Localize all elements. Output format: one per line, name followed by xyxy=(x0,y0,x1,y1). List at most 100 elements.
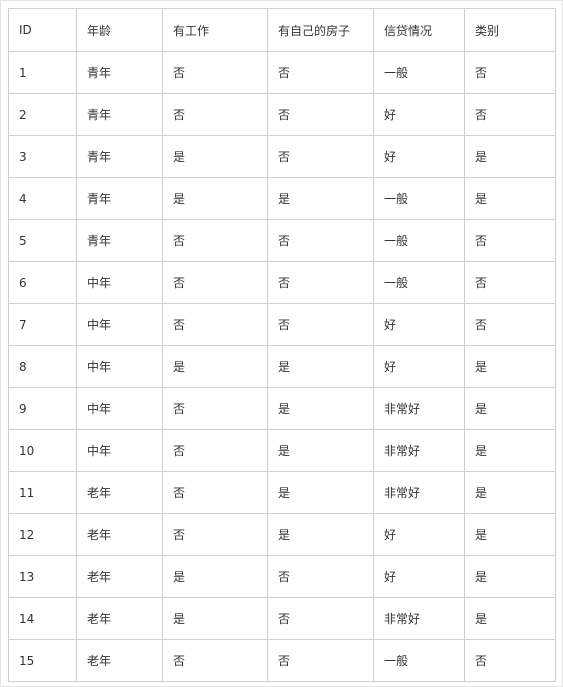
cell-credit: 一般 xyxy=(373,51,465,94)
cell-class: 是 xyxy=(464,387,556,430)
cell-has-job: 是 xyxy=(162,597,268,640)
cell-has-job: 否 xyxy=(162,639,268,682)
table-row: 15 老年否否一般否 xyxy=(8,639,556,682)
table-frame: ID 年龄 有工作 有自己的房子 信贷情况 类别 1 青年否否一般否 2 青年否否好否… xyxy=(0,0,563,687)
cell-credit: 一般 xyxy=(373,639,465,682)
cell-has-job: 是 xyxy=(162,177,268,220)
cell-own-house: 否 xyxy=(267,597,374,640)
cell-class: 否 xyxy=(464,93,556,136)
cell-age: 青年 xyxy=(76,177,163,220)
cell-credit: 一般 xyxy=(373,177,465,220)
cell-class: 是 xyxy=(464,555,556,598)
cell-age: 老年 xyxy=(76,639,163,682)
cell-own-house: 否 xyxy=(267,639,374,682)
cell-has-job: 否 xyxy=(162,51,268,94)
cell-age: 青年 xyxy=(76,135,163,178)
cell-age: 青年 xyxy=(76,51,163,94)
cell-age: 老年 xyxy=(76,597,163,640)
cell-id: 12 xyxy=(8,513,77,556)
cell-id: 15 xyxy=(8,639,77,682)
cell-own-house: 是 xyxy=(267,387,374,430)
table-row: 13 老年是否好是 xyxy=(8,555,556,598)
cell-class: 否 xyxy=(464,303,556,346)
cell-class: 否 xyxy=(464,261,556,304)
cell-age: 中年 xyxy=(76,345,163,388)
table-row: 6 中年否否一般否 xyxy=(8,261,556,304)
cell-credit: 一般 xyxy=(373,261,465,304)
cell-class: 否 xyxy=(464,219,556,262)
cell-id: 5 xyxy=(8,219,77,262)
table-row: 10 中年否是非常好是 xyxy=(8,429,556,472)
cell-class: 否 xyxy=(464,51,556,94)
cell-id: 1 xyxy=(8,51,77,94)
cell-has-job: 否 xyxy=(162,93,268,136)
cell-credit: 好 xyxy=(373,303,465,346)
header-own-house: 有自己的房子 xyxy=(267,8,374,52)
table-row: 4 青年是是一般是 xyxy=(8,177,556,220)
cell-own-house: 是 xyxy=(267,429,374,472)
cell-age: 中年 xyxy=(76,429,163,472)
cell-credit: 非常好 xyxy=(373,471,465,514)
cell-own-house: 否 xyxy=(267,555,374,598)
table-row: 9 中年否是非常好是 xyxy=(8,387,556,430)
cell-credit: 非常好 xyxy=(373,597,465,640)
cell-age: 中年 xyxy=(76,261,163,304)
cell-credit: 好 xyxy=(373,513,465,556)
cell-has-job: 否 xyxy=(162,261,268,304)
table-row: 11 老年否是非常好是 xyxy=(8,471,556,514)
cell-own-house: 否 xyxy=(267,261,374,304)
cell-has-job: 否 xyxy=(162,303,268,346)
cell-id: 7 xyxy=(8,303,77,346)
cell-id: 13 xyxy=(8,555,77,598)
cell-credit: 非常好 xyxy=(373,387,465,430)
cell-age: 中年 xyxy=(76,303,163,346)
cell-has-job: 否 xyxy=(162,513,268,556)
header-has-job: 有工作 xyxy=(162,8,268,52)
cell-own-house: 是 xyxy=(267,177,374,220)
cell-class: 是 xyxy=(464,429,556,472)
cell-has-job: 否 xyxy=(162,471,268,514)
cell-id: 2 xyxy=(8,93,77,136)
cell-id: 8 xyxy=(8,345,77,388)
cell-has-job: 是 xyxy=(162,345,268,388)
header-id: ID xyxy=(8,8,77,52)
data-table: ID 年龄 有工作 有自己的房子 信贷情况 类别 1 青年否否一般否 2 青年否否好否… xyxy=(8,8,556,682)
table-row: 14 老年是否非常好是 xyxy=(8,597,556,640)
cell-credit: 好 xyxy=(373,93,465,136)
cell-age: 老年 xyxy=(76,471,163,514)
cell-class: 是 xyxy=(464,345,556,388)
cell-credit: 一般 xyxy=(373,219,465,262)
cell-class: 是 xyxy=(464,471,556,514)
cell-own-house: 否 xyxy=(267,93,374,136)
header-class: 类别 xyxy=(464,8,556,52)
cell-id: 4 xyxy=(8,177,77,220)
cell-age: 青年 xyxy=(76,219,163,262)
cell-own-house: 否 xyxy=(267,219,374,262)
cell-age: 老年 xyxy=(76,513,163,556)
table-row: 2 青年否否好否 xyxy=(8,93,556,136)
cell-id: 14 xyxy=(8,597,77,640)
cell-id: 9 xyxy=(8,387,77,430)
cell-class: 是 xyxy=(464,513,556,556)
cell-has-job: 否 xyxy=(162,387,268,430)
cell-own-house: 是 xyxy=(267,471,374,514)
header-age: 年龄 xyxy=(76,8,163,52)
cell-own-house: 否 xyxy=(267,303,374,346)
cell-age: 老年 xyxy=(76,555,163,598)
table-header: ID 年龄 有工作 有自己的房子 信贷情况 类别 xyxy=(8,8,556,52)
cell-id: 10 xyxy=(8,429,77,472)
cell-id: 6 xyxy=(8,261,77,304)
cell-id: 3 xyxy=(8,135,77,178)
cell-has-job: 是 xyxy=(162,135,268,178)
cell-own-house: 否 xyxy=(267,135,374,178)
cell-own-house: 是 xyxy=(267,345,374,388)
header-row: ID 年龄 有工作 有自己的房子 信贷情况 类别 xyxy=(8,8,556,52)
cell-has-job: 否 xyxy=(162,429,268,472)
cell-id: 11 xyxy=(8,471,77,514)
cell-credit: 好 xyxy=(373,135,465,178)
cell-age: 中年 xyxy=(76,387,163,430)
table-row: 12 老年否是好是 xyxy=(8,513,556,556)
cell-credit: 非常好 xyxy=(373,429,465,472)
table-row: 8 中年是是好是 xyxy=(8,345,556,388)
cell-has-job: 否 xyxy=(162,219,268,262)
